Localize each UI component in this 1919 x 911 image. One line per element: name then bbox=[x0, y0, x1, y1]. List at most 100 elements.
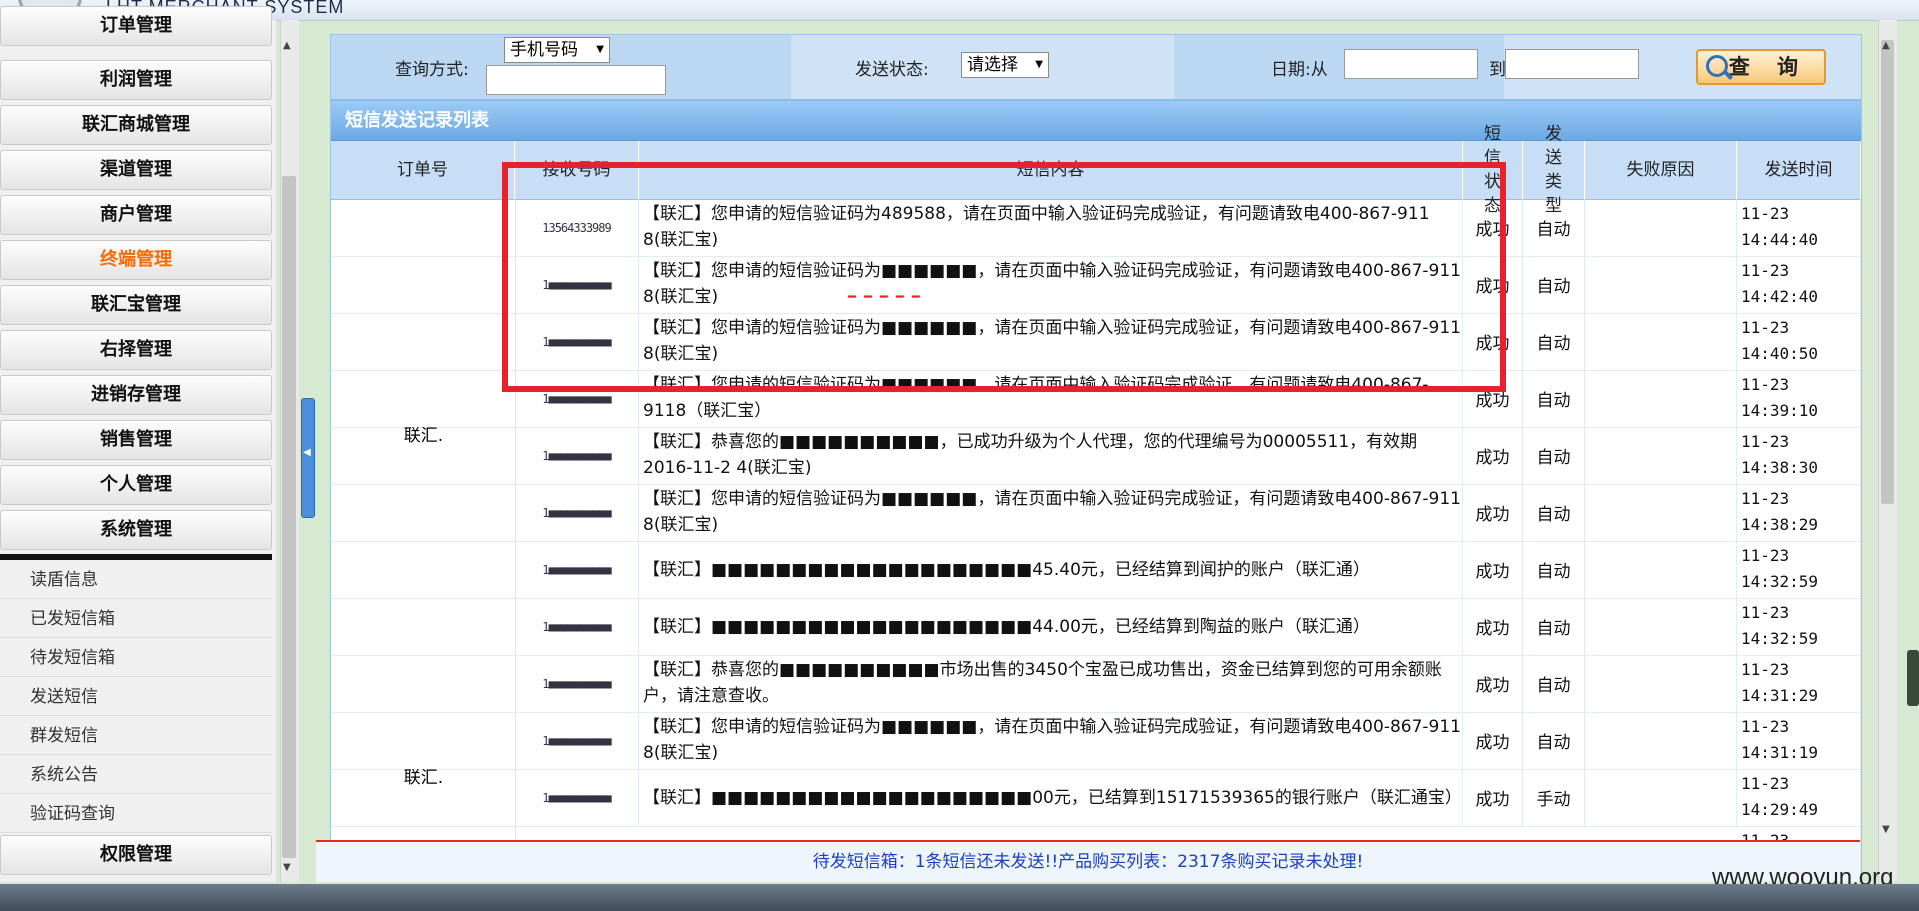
receiver-number: 1■■■■■■■■■■ bbox=[515, 712, 639, 769]
col-send-type: 发送类型 bbox=[1523, 124, 1585, 216]
receiver-number: 1■■■■■■■■■■ bbox=[515, 541, 639, 598]
send-time: 11-23 14:32:59 bbox=[1737, 598, 1861, 655]
fail-reason bbox=[1585, 598, 1737, 655]
submenu-announcement[interactable]: 系统公告 bbox=[0, 757, 272, 794]
send-time: 11-23 14:40:50 bbox=[1737, 313, 1861, 370]
send-type: 自动 bbox=[1523, 655, 1585, 712]
sms-status: 成功 bbox=[1463, 712, 1523, 769]
send-time: 11-23 14:29:49 bbox=[1737, 769, 1861, 826]
side-handle[interactable] bbox=[1907, 650, 1919, 706]
pending-notice[interactable]: 待发短信箱：1条短信还未发送!!产品购买列表：2317条购买记录未处理! bbox=[316, 840, 1860, 882]
search-icon bbox=[1706, 55, 1728, 77]
send-time: 11-23 14:38:29 bbox=[1737, 484, 1861, 541]
send-type: 自动 bbox=[1523, 256, 1585, 313]
scroll-up-icon[interactable]: ▲ bbox=[1882, 40, 1890, 51]
dropdown-arrow-icon: ▼ bbox=[596, 44, 604, 55]
col-fail-reason: 失败原因 bbox=[1585, 141, 1737, 199]
sidebar-item-lianhuibao[interactable]: 联汇宝管理 bbox=[0, 285, 272, 325]
receiver-number: 1■■■■■■■■■■ bbox=[515, 484, 639, 541]
fail-reason bbox=[1585, 712, 1737, 769]
query-mode-label: 查询方式: bbox=[395, 60, 469, 80]
sidebar-item-terminal[interactable]: 终端管理 bbox=[0, 240, 272, 280]
sms-content: 【联汇】■■■■■■■■■■■■■■■■■■■■44.00元，已经结算到陶益的账… bbox=[639, 598, 1463, 655]
sidebar-scroll-thumb[interactable] bbox=[282, 176, 296, 858]
sidebar-item-mall[interactable]: 联汇商城管理 bbox=[0, 105, 272, 145]
date-from-input[interactable] bbox=[1344, 49, 1478, 79]
fail-reason bbox=[1585, 256, 1737, 313]
query-button[interactable]: 查 询 bbox=[1696, 49, 1826, 85]
sidebar-item-personal[interactable]: 个人管理 bbox=[0, 465, 272, 505]
sms-content: 【联汇】恭喜您的■■■■■■■■■■，已成功升级为个人代理，您的代理编号为000… bbox=[639, 427, 1463, 484]
dropdown-arrow-icon: ▼ bbox=[1035, 59, 1043, 70]
sidebar-item-permission[interactable]: 权限管理 bbox=[0, 835, 272, 875]
table-row[interactable]: 1■■■■■■■■■■ 【联汇】■■■■■■■■■■■■■■■■■■■■44.0… bbox=[331, 598, 1861, 656]
sms-status: 成功 bbox=[1463, 427, 1523, 484]
os-taskbar bbox=[0, 884, 1919, 911]
highlight-annotation-box bbox=[502, 162, 1506, 392]
sidebar-collapse-toggle[interactable]: ◀ bbox=[301, 398, 315, 518]
submenu-bulk-sms[interactable]: 群发短信 bbox=[0, 718, 272, 755]
submenu-send-sms[interactable]: 发送短信 bbox=[0, 679, 272, 716]
sidebar-item-merchant[interactable]: 商户管理 bbox=[0, 195, 272, 235]
send-status-select[interactable]: 请选择 ▼ bbox=[961, 52, 1049, 78]
sms-status: 成功 bbox=[1463, 484, 1523, 541]
scroll-down-icon[interactable]: ▼ bbox=[1882, 824, 1890, 835]
send-type: 自动 bbox=[1523, 598, 1585, 655]
table-row[interactable]: 1■■■■■■■■■■ 【联汇】您申请的短信验证码为■■■■■■，请在页面中输入… bbox=[331, 484, 1861, 542]
sidebar-item-system[interactable]: 系统管理 bbox=[0, 510, 272, 550]
submenu-shield-info[interactable]: 读盾信息 bbox=[0, 562, 272, 599]
phone-input[interactable] bbox=[486, 65, 666, 95]
col-order-no: 订单号 bbox=[331, 141, 515, 199]
send-type: 手动 bbox=[1523, 769, 1585, 826]
sidebar-item-inventory[interactable]: 进销存管理 bbox=[0, 375, 272, 415]
table-row[interactable]: 1■■■■■■■■■■ 【联汇】您申请的短信验证码为■■■■■■，请在页面中输入… bbox=[331, 712, 1861, 770]
date-to-input[interactable] bbox=[1505, 49, 1639, 79]
sms-status: 成功 bbox=[1463, 655, 1523, 712]
table-row[interactable]: 1■■■■■■■■■■ 【联汇】■■■■■■■■■■■■■■■■■■■■45.4… bbox=[331, 541, 1861, 599]
table-row[interactable]: 1■■■■■■■■■■ 【联汇】恭喜您的■■■■■■■■■■，已成功升级为个人代… bbox=[331, 427, 1861, 485]
search-bar: 查询方式: 手机号码 ▼ 发送状态: 请选择 ▼ 日期:从 到 查 询 bbox=[331, 35, 1861, 101]
send-status-label: 发送状态: bbox=[855, 60, 929, 80]
order-number: 联汇. bbox=[403, 768, 444, 788]
submenu-sent-sms[interactable]: 已发短信箱 bbox=[0, 601, 272, 638]
table-row[interactable]: 1■■■■■■■■■■ 【联汇】■■■■■■■■■■■■■■■■■■■■00元，… bbox=[331, 769, 1861, 827]
fail-reason bbox=[1585, 769, 1737, 826]
sidebar-item-channel[interactable]: 渠道管理 bbox=[0, 150, 272, 190]
sms-content: 【联汇】■■■■■■■■■■■■■■■■■■■■00元，已结算到15171539… bbox=[639, 769, 1463, 826]
menu-divider bbox=[0, 554, 272, 560]
sidebar-item-youze[interactable]: 右择管理 bbox=[0, 330, 272, 370]
send-type: 自动 bbox=[1523, 199, 1585, 256]
fail-reason bbox=[1585, 199, 1737, 256]
fail-reason bbox=[1585, 313, 1737, 370]
submenu-pending-sms[interactable]: 待发短信箱 bbox=[0, 640, 272, 677]
scroll-up-icon[interactable]: ▲ bbox=[283, 40, 291, 51]
table-row[interactable]: 1■■■■■■■■■■ 【联汇】恭喜您的■■■■■■■■■■市场出售的3450个… bbox=[331, 655, 1861, 713]
send-time: 11-23 14:31:29 bbox=[1737, 655, 1861, 712]
send-type: 自动 bbox=[1523, 370, 1585, 427]
sms-status: 成功 bbox=[1463, 541, 1523, 598]
send-type: 自动 bbox=[1523, 484, 1585, 541]
send-time: 11-23 14:42:40 bbox=[1737, 256, 1861, 313]
scroll-down-icon[interactable]: ▼ bbox=[283, 862, 291, 873]
submenu-verify-code[interactable]: 验证码查询 bbox=[0, 796, 272, 833]
chevron-left-icon: ◀ bbox=[303, 447, 311, 458]
query-mode-select[interactable]: 手机号码 ▼ bbox=[504, 37, 610, 63]
sidebar-item-sales[interactable]: 销售管理 bbox=[0, 420, 272, 460]
fail-reason bbox=[1585, 655, 1737, 712]
sms-content: 【联汇】恭喜您的■■■■■■■■■■市场出售的3450个宝盈已成功售出，资金已结… bbox=[639, 655, 1463, 712]
col-send-time: 发送时间 bbox=[1737, 141, 1861, 199]
send-type: 自动 bbox=[1523, 313, 1585, 370]
sidebar-item-profit[interactable]: 利润管理 bbox=[0, 60, 272, 100]
query-mode-value: 手机号码 bbox=[510, 40, 578, 60]
receiver-number: 1■■■■■■■■■■ bbox=[515, 769, 639, 826]
send-time: 11-23 14:39:10 bbox=[1737, 370, 1861, 427]
sms-content: 【联汇】■■■■■■■■■■■■■■■■■■■■45.40元，已经结算到闻护的账… bbox=[639, 541, 1463, 598]
query-button-label: 查 询 bbox=[1728, 55, 1808, 79]
send-type: 自动 bbox=[1523, 427, 1585, 484]
date-label: 日期:从 bbox=[1271, 60, 1328, 80]
fail-reason bbox=[1585, 484, 1737, 541]
send-time: 11-23 14:44:40 bbox=[1737, 199, 1861, 256]
sidebar-item-orders[interactable]: 订单管理 bbox=[0, 6, 272, 46]
page-scroll-thumb[interactable] bbox=[1881, 40, 1894, 504]
fail-reason bbox=[1585, 370, 1737, 427]
